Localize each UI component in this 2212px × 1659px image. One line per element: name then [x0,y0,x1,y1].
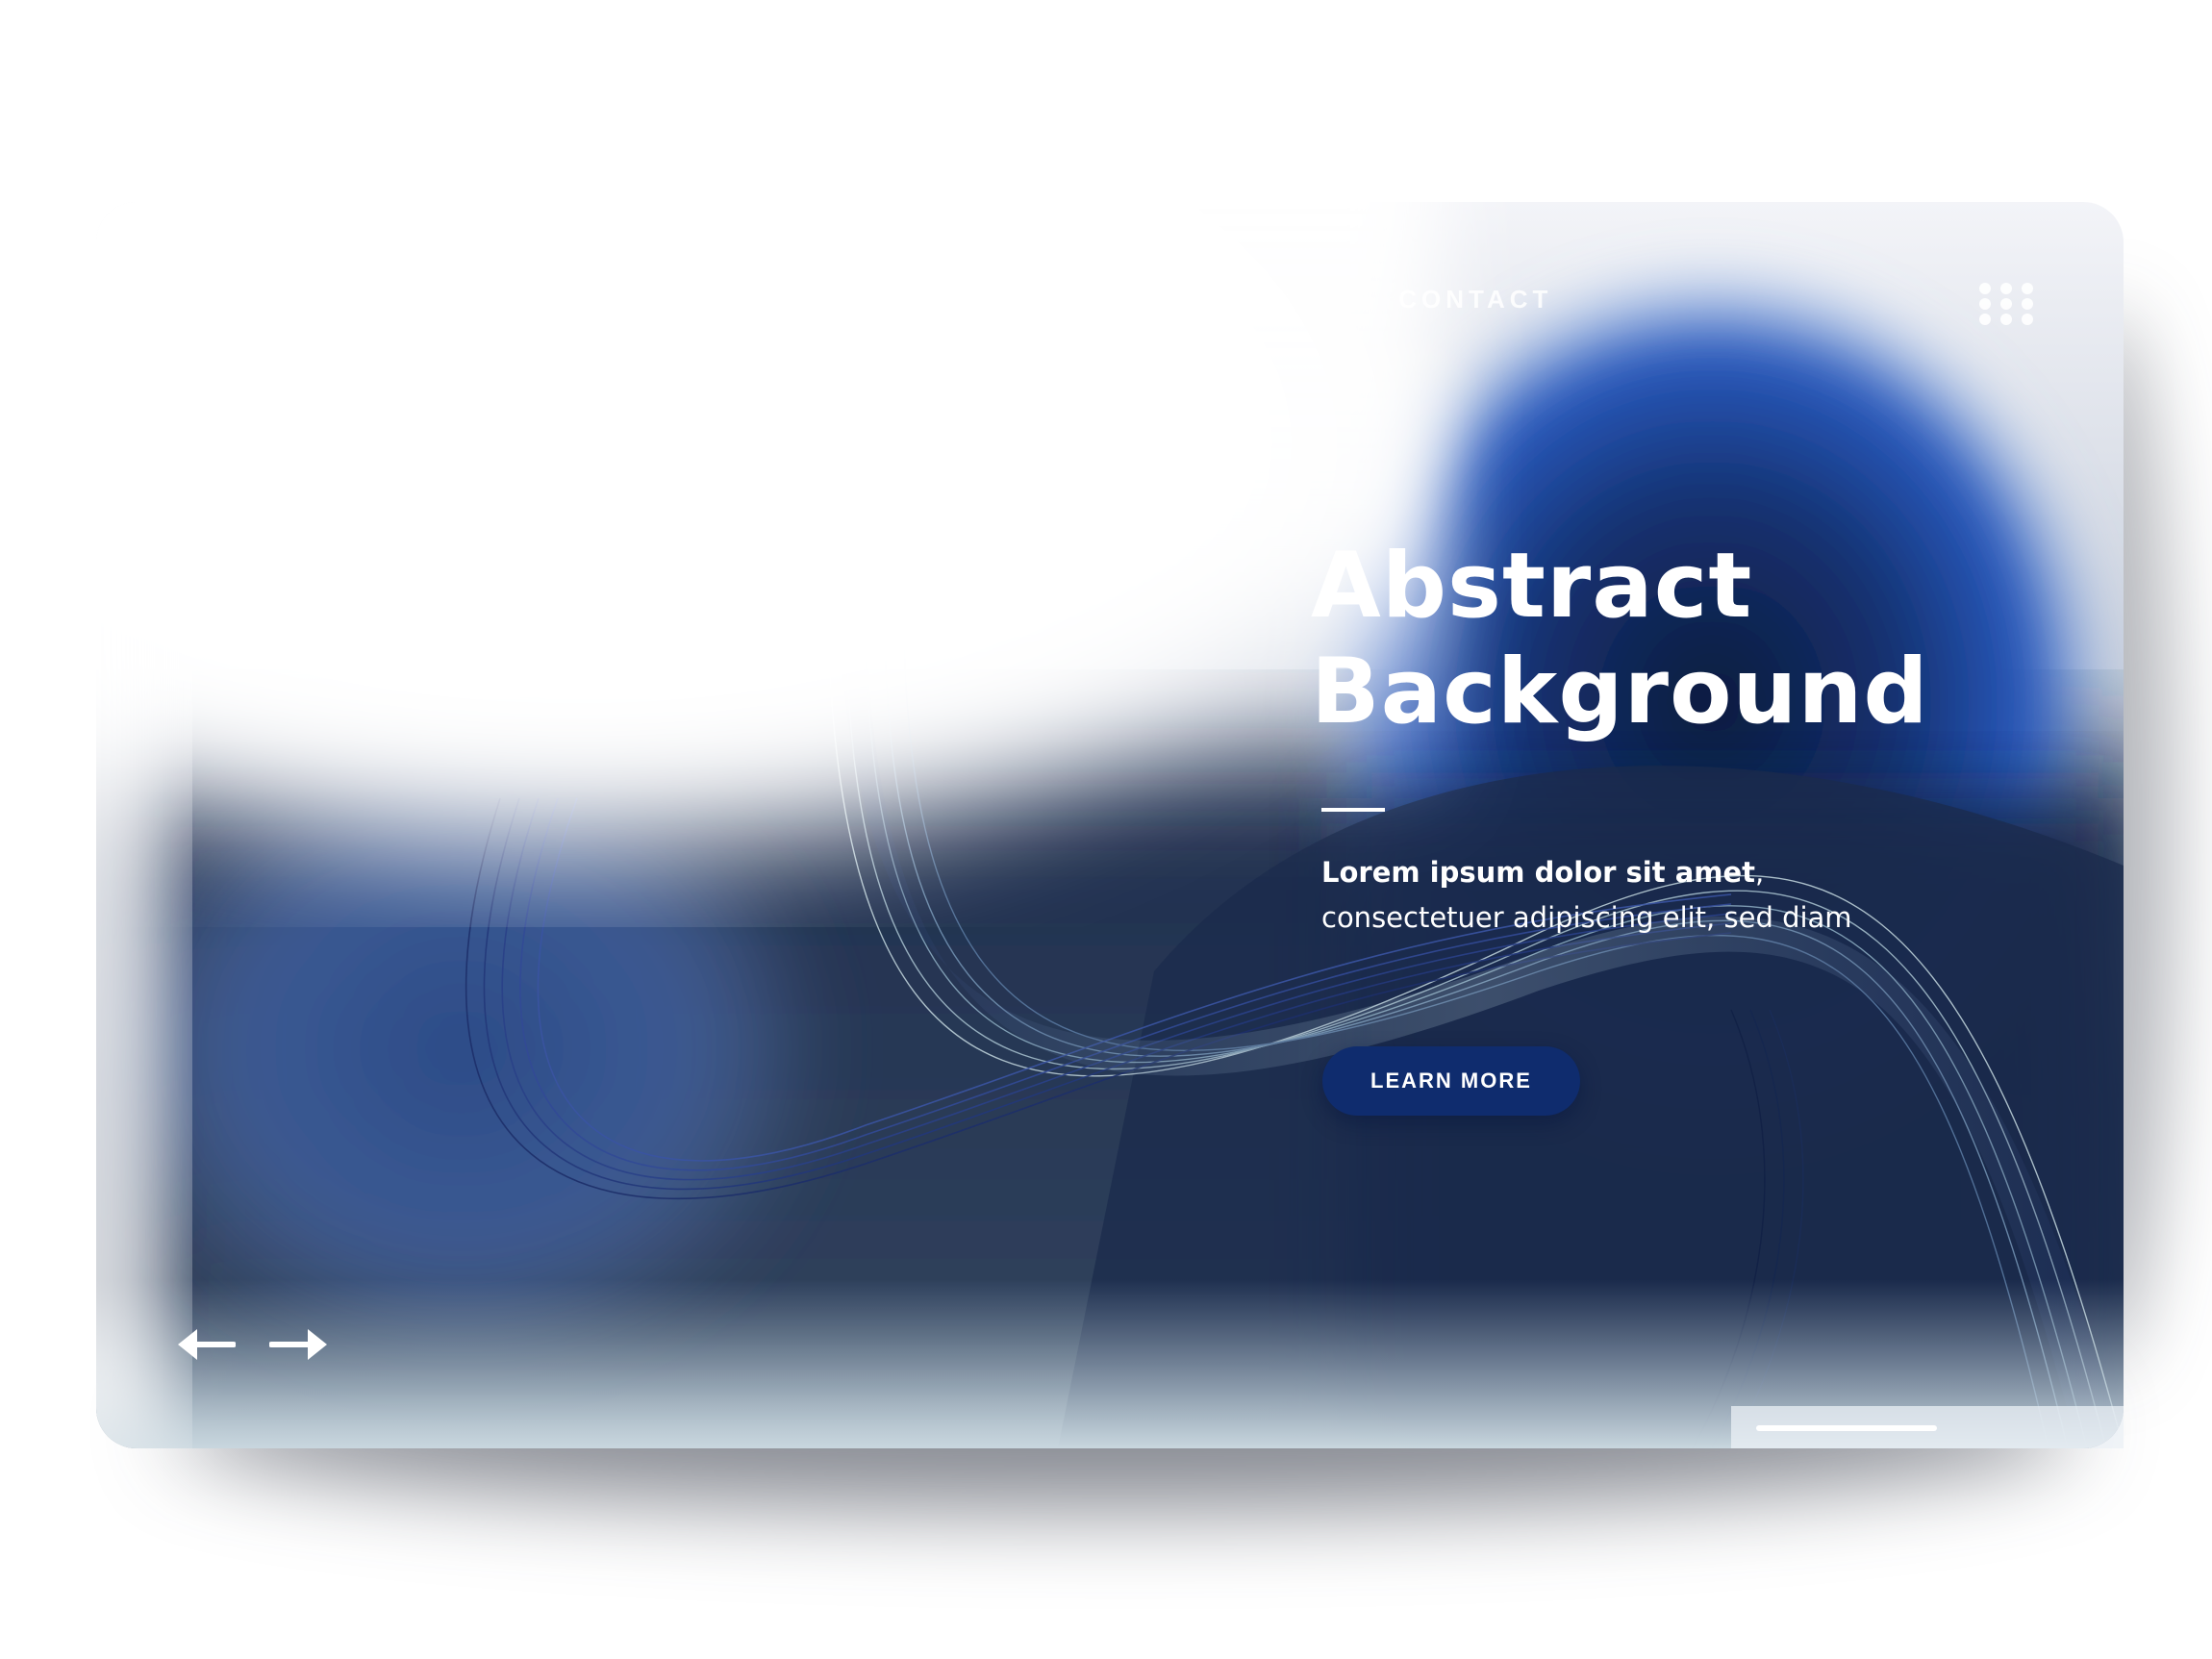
arrow-left-icon[interactable] [176,1325,236,1364]
grid-dot [1979,283,1991,294]
arrow-right-icon[interactable] [269,1325,329,1364]
hero-title-line-1: Abstract [1311,534,1753,639]
grid-dot [2000,314,2012,325]
hero-card [96,202,2124,1448]
title-divider [1321,808,1385,812]
top-nav: STUDIO CONTACT [1250,285,1552,314]
learn-more-button[interactable]: LEARN MORE [1322,1046,1580,1116]
slide-progress-indicator [1756,1425,1937,1431]
abstract-background [96,202,2124,1448]
grid-dot [2000,283,2012,294]
hero-title-line-2: Background [1311,640,1929,744]
grid-dot [2022,283,2033,294]
nav-item-studio[interactable]: STUDIO [1250,285,1373,314]
hero-description-bold: Lorem ipsum dolor sit amet [1321,856,1756,889]
grid-dot [2022,298,2033,310]
grid-dot [1979,298,1991,310]
grid-dot [2022,314,2033,325]
landing-page: STUDIO CONTACT Abstract Background Lorem… [0,0,2212,1659]
nav-item-contact[interactable]: CONTACT [1398,285,1552,314]
grid-dot [2000,298,2012,310]
hero-title: Abstract Background [1311,534,1929,745]
grid-menu-icon[interactable] [1979,283,2037,325]
hero-description: Lorem ipsum dolor sit amet, consectetuer… [1321,850,1937,941]
grid-dot [1979,314,1991,325]
